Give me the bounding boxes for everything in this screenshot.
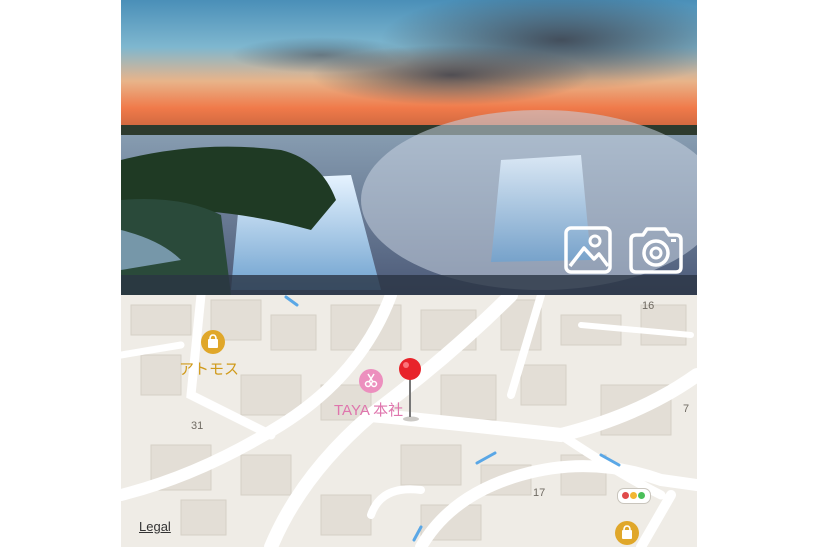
gallery-button[interactable] <box>562 224 620 278</box>
street-number: 31 <box>191 420 204 432</box>
location-pin-icon[interactable] <box>397 357 423 423</box>
street-number: 16 <box>642 300 655 312</box>
street-number: 7 <box>683 403 690 415</box>
camera-button[interactable] <box>627 224 685 278</box>
camera-icon <box>629 227 683 274</box>
image-gallery-icon <box>564 226 612 274</box>
traffic-light-icon[interactable] <box>617 488 651 504</box>
scissors-icon[interactable] <box>359 369 383 393</box>
shopping-bag-icon[interactable] <box>615 521 639 545</box>
legal-link[interactable]: Legal <box>139 519 171 534</box>
map-view[interactable]: アトモス TAYA 本社 16 31 7 17 Legal <box>121 295 697 547</box>
street-number: 17 <box>533 487 546 499</box>
poi-label-taya[interactable]: TAYA 本社 <box>334 399 403 420</box>
shopping-bag-icon[interactable] <box>201 330 225 354</box>
phone-screen: アトモス TAYA 本社 16 31 7 17 Legal <box>121 0 697 547</box>
poi-label-atmos[interactable]: アトモス <box>179 358 239 379</box>
header-photo <box>121 0 697 295</box>
